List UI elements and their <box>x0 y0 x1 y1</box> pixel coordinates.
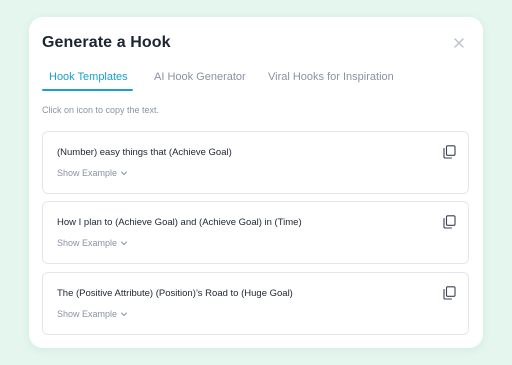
show-example-toggle[interactable]: Show Example <box>57 238 128 248</box>
close-icon[interactable] <box>452 36 466 50</box>
show-example-label: Show Example <box>57 238 118 248</box>
active-tab-indicator <box>42 89 133 91</box>
copy-icon[interactable] <box>443 215 456 229</box>
chevron-down-icon <box>121 312 128 316</box>
show-example-toggle[interactable]: Show Example <box>57 168 128 178</box>
tab-viral-hooks[interactable]: Viral Hooks for Inspiration <box>268 71 394 83</box>
tab-ai-hook-generator[interactable]: AI Hook Generator <box>154 71 246 83</box>
modal-title: Generate a Hook <box>42 34 171 51</box>
show-example-label: Show Example <box>57 309 118 319</box>
tab-hook-templates[interactable]: Hook Templates <box>49 71 128 83</box>
hook-template-text: How I plan to (Achieve Goal) and (Achiev… <box>57 217 302 228</box>
copy-icon[interactable] <box>443 286 456 300</box>
show-example-label: Show Example <box>57 168 118 178</box>
hook-template-card: (Number) easy things that (Achieve Goal)… <box>42 131 469 194</box>
hook-template-text: (Number) easy things that (Achieve Goal) <box>57 147 232 158</box>
chevron-down-icon <box>121 171 128 175</box>
show-example-toggle[interactable]: Show Example <box>57 309 128 319</box>
hook-template-text: The (Positive Attribute) (Position)’s Ro… <box>57 288 293 299</box>
generate-hook-modal: Generate a Hook Hook Templates AI Hook G… <box>29 17 483 348</box>
hook-template-card: The (Positive Attribute) (Position)’s Ro… <box>42 272 469 335</box>
hook-template-card: How I plan to (Achieve Goal) and (Achiev… <box>42 201 469 264</box>
copy-icon[interactable] <box>443 145 456 159</box>
chevron-down-icon <box>121 241 128 245</box>
tab-bar: Hook Templates AI Hook Generator Viral H… <box>42 71 462 91</box>
copy-hint: Click on icon to copy the text. <box>42 105 160 115</box>
